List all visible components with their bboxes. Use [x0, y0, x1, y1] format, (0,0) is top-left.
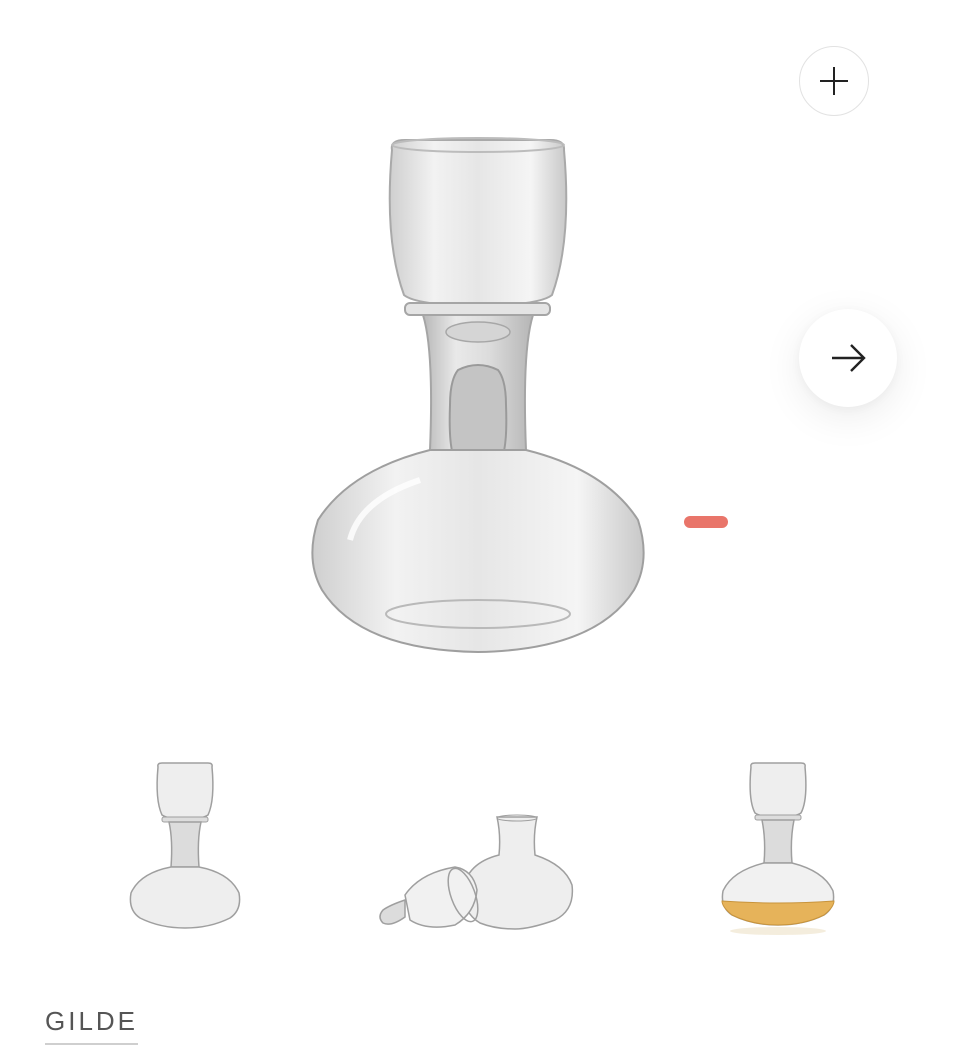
- decanter-filled-thumbnail-icon: [721, 762, 835, 935]
- marker-dash: [684, 516, 728, 528]
- thumbnail-assembled[interactable]: [120, 755, 250, 940]
- zoom-button[interactable]: [799, 46, 869, 116]
- decanter-assembled-thumbnail-icon: [129, 762, 241, 929]
- arrow-right-icon: [832, 344, 866, 372]
- main-product-image[interactable]: [290, 120, 670, 680]
- next-image-button[interactable]: [799, 309, 897, 407]
- thumbnail-filled[interactable]: [710, 755, 845, 940]
- plus-icon: [820, 67, 848, 95]
- brand-link[interactable]: GILDE: [45, 1006, 139, 1045]
- decanter-illustration: [311, 137, 645, 654]
- product-gallery: GILDE: [0, 0, 960, 1052]
- decanter-disassembled-thumbnail-icon: [379, 814, 574, 930]
- thumbnail-disassembled[interactable]: [365, 755, 590, 940]
